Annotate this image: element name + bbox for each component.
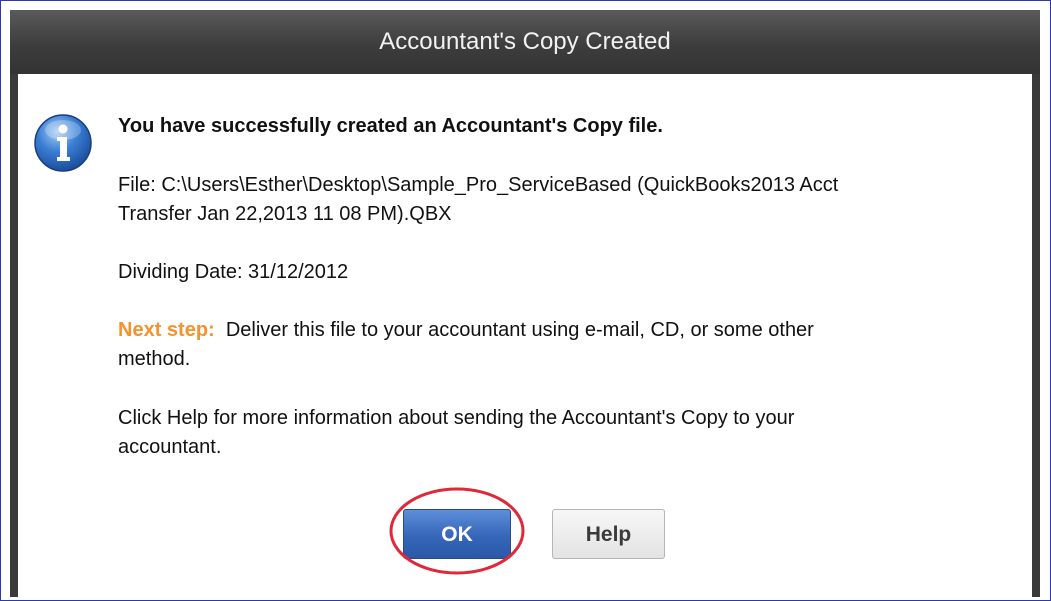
help-info-text: Click Help for more information about se… (118, 404, 998, 462)
success-headline: You have successfully created an Account… (118, 115, 663, 137)
next-step-text: Next step: Deliver this file to your acc… (118, 316, 998, 374)
info-icon (34, 114, 92, 172)
file-path-text: File: C:\Users\Esther\Desktop\Sample_Pro… (118, 171, 998, 229)
next-step-label: Next step: (118, 319, 215, 341)
dialog-titlebar: Accountant's Copy Created (10, 10, 1040, 74)
next-step-line-1: Deliver this file to your accountant usi… (214, 319, 814, 341)
dialog-left-border (10, 74, 18, 597)
help-button[interactable]: Help (552, 509, 665, 559)
dialog-right-border (1032, 74, 1040, 597)
help-info-line-1: Click Help for more information about se… (118, 407, 795, 429)
file-path-line-2: Transfer Jan 22,2013 11 08 PM).QBX (118, 203, 452, 225)
ok-highlight-ring (389, 487, 525, 575)
dialog-title: Accountant's Copy Created (379, 28, 671, 55)
next-step-line-2: method. (118, 348, 191, 370)
dividing-date: Dividing Date: 31/12/2012 (118, 261, 349, 283)
file-path-line-1: File: C:\Users\Esther\Desktop\Sample_Pro… (118, 174, 839, 196)
help-info-line-2: accountant. (118, 436, 222, 458)
